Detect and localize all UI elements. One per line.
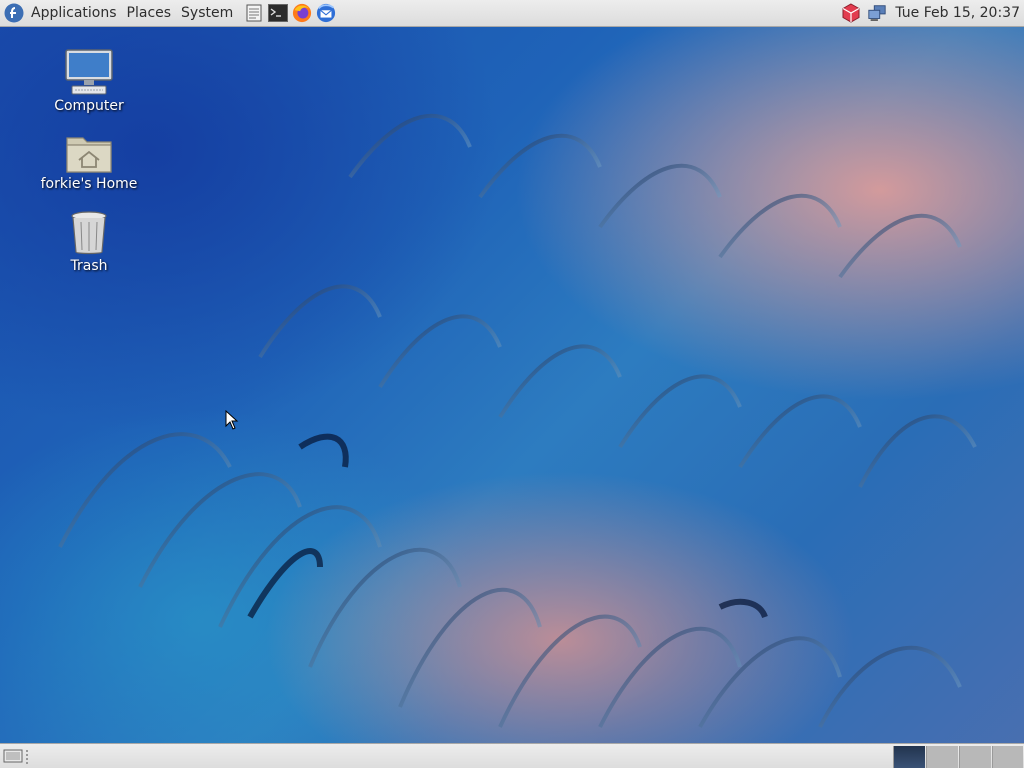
applications-menu[interactable]: Applications	[26, 0, 122, 26]
workspace-4[interactable]	[992, 746, 1023, 768]
desktop-icon-trash[interactable]: Trash	[34, 210, 144, 274]
desktop-icon-computer[interactable]: Computer	[34, 48, 144, 114]
show-desktop-icon[interactable]	[3, 748, 23, 768]
network-icon[interactable]	[867, 3, 887, 23]
workspace-3[interactable]	[959, 746, 991, 768]
places-menu[interactable]: Places	[122, 0, 177, 26]
workspace-1[interactable]	[893, 746, 925, 768]
system-menu[interactable]: System	[176, 0, 238, 26]
package-update-icon[interactable]	[841, 3, 861, 23]
desktop-icon-label: Computer	[54, 98, 124, 114]
mouse-cursor-icon	[225, 410, 239, 430]
trash-icon	[71, 211, 107, 255]
terminal-icon[interactable]	[268, 3, 289, 23]
bottom-panel	[0, 743, 1024, 768]
panel-handle[interactable]	[26, 750, 34, 764]
fedora-logo-icon[interactable]	[4, 3, 24, 23]
desktop-icon-label: forkie's Home	[40, 176, 138, 192]
desktop-icon-home[interactable]: forkie's Home	[34, 130, 144, 192]
top-panel: Applications Places System Tue Feb 15, 2…	[0, 0, 1024, 27]
panel-right: Tue Feb 15, 20:37	[839, 0, 1024, 26]
firefox-icon[interactable]	[292, 3, 312, 23]
clock[interactable]: Tue Feb 15, 20:37	[889, 0, 1024, 26]
text-editor-icon[interactable]	[244, 3, 264, 23]
thunderbird-icon[interactable]	[316, 3, 336, 23]
wallpaper	[58, 113, 977, 728]
desktop-screen: Applications Places System Tue Feb 15, 2…	[0, 0, 1024, 768]
workspace-2[interactable]	[926, 746, 958, 768]
home-folder-icon	[66, 137, 112, 173]
computer-icon	[65, 49, 113, 95]
desktop-icon-label: Trash	[70, 258, 108, 274]
